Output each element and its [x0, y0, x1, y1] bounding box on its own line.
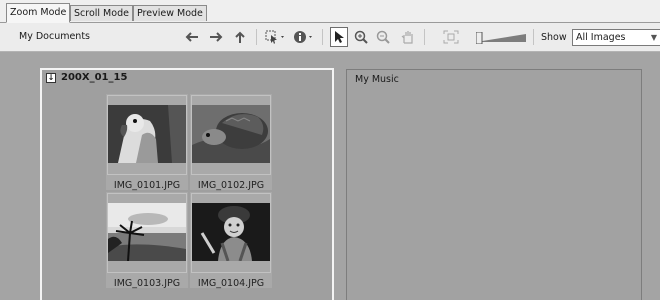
thumbnail-item[interactable]: IMG_0103.JPG [106, 192, 188, 289]
tab-preview-mode[interactable]: Preview Mode [133, 5, 207, 21]
toolbar-separator [322, 29, 323, 45]
toolbar-separator [533, 29, 534, 45]
music-panel-title: My Music [355, 74, 399, 85]
thumbnail-filename: IMG_0102.JPG [197, 180, 265, 191]
thumbnail-item[interactable]: IMG_0101.JPG [106, 94, 188, 191]
thumbnail-image [108, 203, 186, 261]
thumbnail-filename: IMG_0104.JPG [197, 278, 265, 289]
thumbnail-item[interactable]: IMG_0104.JPG [190, 192, 272, 289]
music-panel[interactable]: My Music [346, 69, 642, 300]
location-label: My Documents [19, 31, 91, 42]
pointer-icon[interactable] [330, 27, 348, 47]
thumbnail-image [192, 203, 270, 261]
thumbnail-item[interactable]: IMG_0102.JPG [190, 94, 272, 191]
toolbar: My Documents Show All Images ▼ [0, 23, 660, 52]
folder-panel-header: ↓ 200X_01_15 [46, 72, 127, 83]
thumbnail-filename: IMG_0103.JPG [113, 278, 181, 289]
zoom-out-icon[interactable] [375, 28, 391, 46]
toolbar-separator [256, 29, 257, 45]
folder-panel[interactable]: ↓ 200X_01_15 IMG_0101.JPG IMG_0102.JPG I… [40, 68, 334, 300]
show-label: Show [541, 32, 567, 43]
filter-select[interactable]: All Images ▼ [572, 29, 660, 46]
chevron-down-icon[interactable]: ▼ [651, 30, 657, 45]
thumbnail-filename: IMG_0101.JPG [113, 180, 181, 191]
toolbar-separator [424, 29, 425, 45]
thumbnail-image [108, 105, 186, 163]
forward-arrow-icon[interactable] [208, 28, 224, 46]
fit-icon[interactable] [442, 28, 460, 46]
up-arrow-icon[interactable] [232, 28, 248, 46]
filter-select-value: All Images [576, 32, 626, 43]
hand-icon[interactable] [399, 28, 415, 46]
thumbnail-image [192, 105, 270, 163]
back-arrow-icon[interactable] [184, 28, 200, 46]
tab-scroll-mode[interactable]: Scroll Mode [70, 5, 133, 21]
mode-tabbar: Zoom Mode Scroll Mode Preview Mode [0, 0, 660, 23]
collapse-toggle-icon[interactable]: ↓ [46, 72, 56, 83]
tab-zoom-mode[interactable]: Zoom Mode [6, 3, 71, 23]
select-dropdown-icon[interactable] [264, 28, 288, 46]
zoom-slider[interactable] [475, 31, 526, 45]
zoom-in-icon[interactable] [353, 28, 369, 46]
folder-panel-title: 200X_01_15 [61, 72, 128, 83]
info-dropdown-icon[interactable] [292, 28, 316, 46]
